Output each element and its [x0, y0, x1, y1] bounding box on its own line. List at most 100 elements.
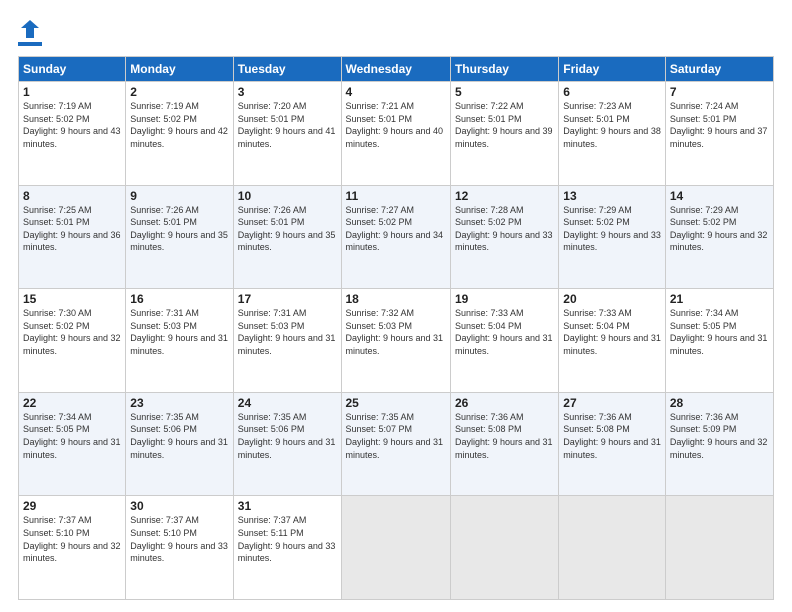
- day-number: 26: [455, 396, 554, 410]
- day-info: Sunrise: 7:23 AMSunset: 5:01 PMDaylight:…: [563, 100, 661, 150]
- calendar-cell: [450, 496, 558, 600]
- calendar-cell: 9Sunrise: 7:26 AMSunset: 5:01 PMDaylight…: [126, 185, 233, 289]
- calendar-cell: 24Sunrise: 7:35 AMSunset: 5:06 PMDayligh…: [233, 392, 341, 496]
- day-number: 1: [23, 85, 121, 99]
- calendar-cell: 31Sunrise: 7:37 AMSunset: 5:11 PMDayligh…: [233, 496, 341, 600]
- day-info: Sunrise: 7:35 AMSunset: 5:06 PMDaylight:…: [238, 411, 337, 461]
- calendar-cell: 22Sunrise: 7:34 AMSunset: 5:05 PMDayligh…: [19, 392, 126, 496]
- header-sunday: Sunday: [19, 57, 126, 82]
- calendar-cell: 15Sunrise: 7:30 AMSunset: 5:02 PMDayligh…: [19, 289, 126, 393]
- day-info: Sunrise: 7:26 AMSunset: 5:01 PMDaylight:…: [238, 204, 337, 254]
- day-info: Sunrise: 7:22 AMSunset: 5:01 PMDaylight:…: [455, 100, 554, 150]
- calendar-cell: 25Sunrise: 7:35 AMSunset: 5:07 PMDayligh…: [341, 392, 450, 496]
- calendar-cell: 10Sunrise: 7:26 AMSunset: 5:01 PMDayligh…: [233, 185, 341, 289]
- day-number: 16: [130, 292, 228, 306]
- calendar-cell: 17Sunrise: 7:31 AMSunset: 5:03 PMDayligh…: [233, 289, 341, 393]
- calendar-cell: 3Sunrise: 7:20 AMSunset: 5:01 PMDaylight…: [233, 82, 341, 186]
- day-number: 17: [238, 292, 337, 306]
- day-number: 5: [455, 85, 554, 99]
- day-number: 9: [130, 189, 228, 203]
- day-info: Sunrise: 7:35 AMSunset: 5:06 PMDaylight:…: [130, 411, 228, 461]
- day-number: 28: [670, 396, 769, 410]
- day-info: Sunrise: 7:28 AMSunset: 5:02 PMDaylight:…: [455, 204, 554, 254]
- day-info: Sunrise: 7:36 AMSunset: 5:08 PMDaylight:…: [455, 411, 554, 461]
- day-info: Sunrise: 7:19 AMSunset: 5:02 PMDaylight:…: [130, 100, 228, 150]
- calendar-page: Sunday Monday Tuesday Wednesday Thursday…: [0, 0, 792, 612]
- day-number: 23: [130, 396, 228, 410]
- day-number: 24: [238, 396, 337, 410]
- day-number: 31: [238, 499, 337, 513]
- day-info: Sunrise: 7:37 AMSunset: 5:11 PMDaylight:…: [238, 514, 337, 564]
- day-info: Sunrise: 7:25 AMSunset: 5:01 PMDaylight:…: [23, 204, 121, 254]
- day-number: 12: [455, 189, 554, 203]
- day-info: Sunrise: 7:36 AMSunset: 5:09 PMDaylight:…: [670, 411, 769, 461]
- calendar-cell: 16Sunrise: 7:31 AMSunset: 5:03 PMDayligh…: [126, 289, 233, 393]
- day-number: 8: [23, 189, 121, 203]
- calendar-cell: 8Sunrise: 7:25 AMSunset: 5:01 PMDaylight…: [19, 185, 126, 289]
- calendar-cell: [665, 496, 773, 600]
- day-info: Sunrise: 7:32 AMSunset: 5:03 PMDaylight:…: [346, 307, 446, 357]
- calendar-cell: 13Sunrise: 7:29 AMSunset: 5:02 PMDayligh…: [559, 185, 666, 289]
- weekday-header-row: Sunday Monday Tuesday Wednesday Thursday…: [19, 57, 774, 82]
- day-info: Sunrise: 7:33 AMSunset: 5:04 PMDaylight:…: [563, 307, 661, 357]
- calendar-cell: 11Sunrise: 7:27 AMSunset: 5:02 PMDayligh…: [341, 185, 450, 289]
- calendar-cell: 12Sunrise: 7:28 AMSunset: 5:02 PMDayligh…: [450, 185, 558, 289]
- calendar-cell: 6Sunrise: 7:23 AMSunset: 5:01 PMDaylight…: [559, 82, 666, 186]
- header-tuesday: Tuesday: [233, 57, 341, 82]
- calendar-cell: 21Sunrise: 7:34 AMSunset: 5:05 PMDayligh…: [665, 289, 773, 393]
- calendar-cell: 4Sunrise: 7:21 AMSunset: 5:01 PMDaylight…: [341, 82, 450, 186]
- logo-underline: [18, 42, 42, 46]
- calendar-cell: 23Sunrise: 7:35 AMSunset: 5:06 PMDayligh…: [126, 392, 233, 496]
- day-number: 11: [346, 189, 446, 203]
- day-number: 30: [130, 499, 228, 513]
- day-info: Sunrise: 7:26 AMSunset: 5:01 PMDaylight:…: [130, 204, 228, 254]
- day-number: 29: [23, 499, 121, 513]
- header-saturday: Saturday: [665, 57, 773, 82]
- day-number: 3: [238, 85, 337, 99]
- calendar-week-row: 22Sunrise: 7:34 AMSunset: 5:05 PMDayligh…: [19, 392, 774, 496]
- calendar-cell: 14Sunrise: 7:29 AMSunset: 5:02 PMDayligh…: [665, 185, 773, 289]
- calendar-week-row: 8Sunrise: 7:25 AMSunset: 5:01 PMDaylight…: [19, 185, 774, 289]
- calendar-cell: 2Sunrise: 7:19 AMSunset: 5:02 PMDaylight…: [126, 82, 233, 186]
- calendar-cell: 28Sunrise: 7:36 AMSunset: 5:09 PMDayligh…: [665, 392, 773, 496]
- day-number: 25: [346, 396, 446, 410]
- calendar-cell: [341, 496, 450, 600]
- calendar-week-row: 15Sunrise: 7:30 AMSunset: 5:02 PMDayligh…: [19, 289, 774, 393]
- calendar-cell: 1Sunrise: 7:19 AMSunset: 5:02 PMDaylight…: [19, 82, 126, 186]
- day-info: Sunrise: 7:35 AMSunset: 5:07 PMDaylight:…: [346, 411, 446, 461]
- calendar-cell: 27Sunrise: 7:36 AMSunset: 5:08 PMDayligh…: [559, 392, 666, 496]
- day-info: Sunrise: 7:37 AMSunset: 5:10 PMDaylight:…: [23, 514, 121, 564]
- day-info: Sunrise: 7:31 AMSunset: 5:03 PMDaylight:…: [238, 307, 337, 357]
- calendar-cell: 5Sunrise: 7:22 AMSunset: 5:01 PMDaylight…: [450, 82, 558, 186]
- day-info: Sunrise: 7:29 AMSunset: 5:02 PMDaylight:…: [670, 204, 769, 254]
- calendar-week-row: 1 Sunrise: 7:19 AMSunset: 5:02 PMDaylight…: [19, 82, 774, 186]
- calendar-cell: 18Sunrise: 7:32 AMSunset: 5:03 PMDayligh…: [341, 289, 450, 393]
- day-number: 14: [670, 189, 769, 203]
- day-info: Sunrise: 7:24 AMSunset: 5:01 PMDaylight:…: [670, 100, 769, 150]
- day-info: Sunrise: 7:27 AMSunset: 5:02 PMDaylight:…: [346, 204, 446, 254]
- day-number: 6: [563, 85, 661, 99]
- calendar-cell: 7Sunrise: 7:24 AMSunset: 5:01 PMDaylight…: [665, 82, 773, 186]
- day-number: 7: [670, 85, 769, 99]
- day-number: 10: [238, 189, 337, 203]
- day-number: 22: [23, 396, 121, 410]
- calendar-table: Sunday Monday Tuesday Wednesday Thursday…: [18, 56, 774, 600]
- day-number: 15: [23, 292, 121, 306]
- calendar-cell: 30Sunrise: 7:37 AMSunset: 5:10 PMDayligh…: [126, 496, 233, 600]
- day-number: 19: [455, 292, 554, 306]
- header-monday: Monday: [126, 57, 233, 82]
- day-info: Sunrise: 7:37 AMSunset: 5:10 PMDaylight:…: [130, 514, 228, 564]
- day-info: Sunrise: 7:29 AMSunset: 5:02 PMDaylight:…: [563, 204, 661, 254]
- header-friday: Friday: [559, 57, 666, 82]
- page-header: [18, 18, 774, 46]
- day-info: Sunrise: 7:31 AMSunset: 5:03 PMDaylight:…: [130, 307, 228, 357]
- calendar-cell: [559, 496, 666, 600]
- day-info: Sunrise: 7:33 AMSunset: 5:04 PMDaylight:…: [455, 307, 554, 357]
- day-info: Sunrise: 7:21 AMSunset: 5:01 PMDaylight:…: [346, 100, 446, 150]
- day-number: 2: [130, 85, 228, 99]
- day-info: Sunrise: 7:20 AMSunset: 5:01 PMDaylight:…: [238, 100, 337, 150]
- day-info: Sunrise: 7:36 AMSunset: 5:08 PMDaylight:…: [563, 411, 661, 461]
- calendar-week-row: 29Sunrise: 7:37 AMSunset: 5:10 PMDayligh…: [19, 496, 774, 600]
- calendar-cell: 19Sunrise: 7:33 AMSunset: 5:04 PMDayligh…: [450, 289, 558, 393]
- day-info: Sunrise: 7:34 AMSunset: 5:05 PMDaylight:…: [23, 411, 121, 461]
